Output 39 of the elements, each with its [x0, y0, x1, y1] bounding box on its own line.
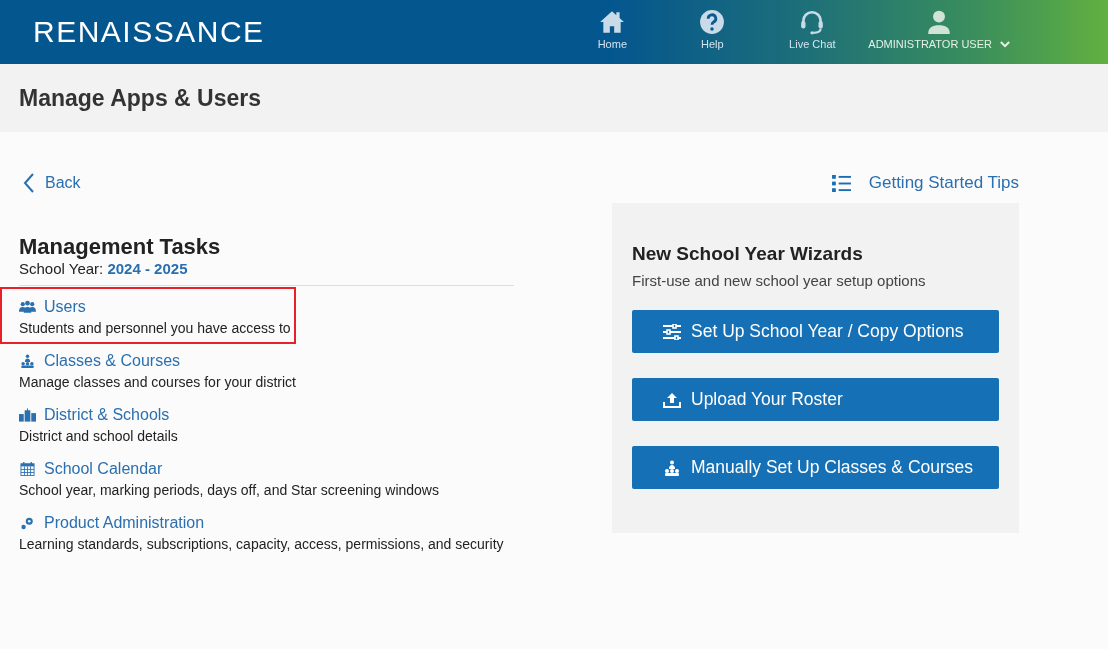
people-icon [19, 300, 36, 314]
chevron-left-icon [23, 173, 35, 193]
task-link[interactable]: Users [19, 298, 86, 316]
list-icon [831, 174, 851, 192]
people-group-icon [663, 459, 681, 476]
people-group-icon [19, 354, 36, 368]
wizard-button[interactable]: Set Up School Year / Copy Options [632, 310, 999, 353]
home-icon [599, 9, 626, 35]
nav-link[interactable]: Home [562, 9, 663, 64]
sliders-icon [663, 323, 681, 340]
page-title: Manage Apps & Users [19, 84, 261, 112]
task-description: School year, marking periods, days off, and Star screening windows [19, 482, 440, 498]
help-icon [699, 9, 726, 35]
task-link[interactable]: Classes & Courses [19, 352, 181, 370]
section-title: Management Tasks [19, 234, 222, 260]
wizard-button[interactable]: Manually Set Up Classes & Courses [632, 446, 999, 489]
nav-link[interactable]: Live Chat [762, 9, 863, 64]
year-value: 2024 - 2025 [107, 260, 188, 277]
calendar-icon [19, 462, 36, 476]
task-link[interactable]: Product Administration [19, 514, 205, 532]
buildings-icon [19, 408, 36, 422]
nav-link[interactable]: Help [662, 9, 763, 64]
caret-icon [1000, 40, 1010, 48]
year-label: School Year: [19, 260, 104, 277]
task-description: District and school details [19, 428, 179, 444]
headset-icon [799, 9, 826, 35]
logo: RENAISSANCE [33, 15, 265, 49]
user-menu[interactable]: ADMINISTRATOR USER [868, 9, 1010, 64]
panel-subtitle: First-use and new school year setup options [632, 272, 927, 289]
back-link[interactable]: Back [19, 173, 81, 193]
panel-title: New School Year Wizards [632, 243, 864, 265]
upload-icon [663, 391, 681, 408]
task-description: Manage classes and courses for your district [19, 374, 297, 390]
tips-link[interactable]: Getting Started Tips [831, 173, 1019, 193]
wizard-button[interactable]: Upload Your Roster [632, 378, 999, 421]
task-link[interactable]: District & Schools [19, 406, 170, 424]
task-link[interactable]: School Calendar [19, 460, 163, 478]
user-icon [926, 9, 953, 35]
task-description: Learning standards, subscriptions, capacity, access, permissions, and security [19, 536, 505, 552]
